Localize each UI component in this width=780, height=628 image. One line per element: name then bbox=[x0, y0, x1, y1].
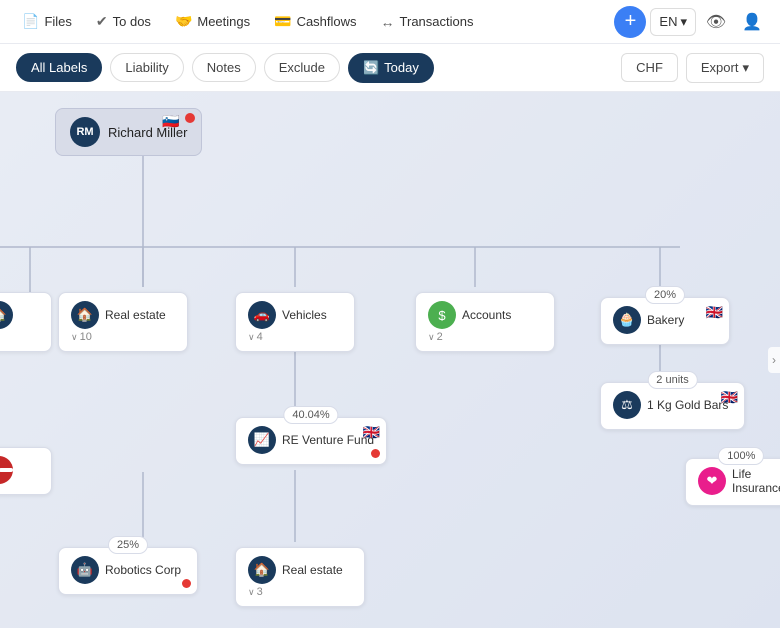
filter-notes[interactable]: Notes bbox=[192, 53, 256, 82]
chevron-down-icon: ▾ bbox=[680, 14, 687, 30]
user-button[interactable]: 👤 bbox=[736, 6, 768, 38]
top-navigation: 📄 Files ✔ To dos 🤝 Meetings 💳 Cashflows … bbox=[0, 0, 780, 44]
nav-meetings[interactable]: 🤝 Meetings bbox=[165, 8, 260, 35]
node-gold-bars[interactable]: 2 units ⚖ 1 Kg Gold Bars 🇬🇧 bbox=[600, 382, 745, 430]
node-count: ∨ 3 bbox=[248, 586, 352, 598]
flag-icon: 🇸🇮 bbox=[162, 113, 179, 130]
scroll-right-hint[interactable]: › bbox=[768, 347, 780, 373]
meetings-icon: 🤝 bbox=[175, 13, 192, 30]
node-title: Robotics Corp bbox=[105, 563, 181, 577]
node-badge: 40.04% bbox=[283, 406, 338, 424]
node-count: ∨ 5 bbox=[0, 331, 39, 343]
root-node[interactable]: RM Richard Miller 🇸🇮 bbox=[55, 108, 202, 156]
node-title: 1 Kg Gold Bars bbox=[647, 398, 728, 412]
eye-button[interactable]: 👁 bbox=[700, 6, 732, 38]
filter-all-labels[interactable]: All Labels bbox=[16, 53, 102, 82]
node-accounts[interactable]: $ Accounts ∨ 2 bbox=[415, 292, 555, 352]
node-icon: ❤ bbox=[698, 467, 726, 495]
refresh-icon: 🔄 bbox=[363, 60, 379, 76]
node-badge: 25% bbox=[108, 536, 148, 554]
node-left-partial2[interactable] bbox=[0, 447, 52, 495]
node-title: Accounts bbox=[462, 308, 511, 322]
node-bakery[interactable]: 20% 🧁 Bakery 🇬🇧 bbox=[600, 297, 730, 345]
node-real-estate-1[interactable]: 🏠 Real estate ∨ 10 bbox=[58, 292, 188, 352]
node-robotics[interactable]: 25% 🤖 Robotics Corp bbox=[58, 547, 198, 595]
filter-liability[interactable]: Liability bbox=[110, 53, 183, 82]
node-icon: 🤖 bbox=[71, 556, 99, 584]
node-vehicles[interactable]: 🚗 Vehicles ∨ 4 bbox=[235, 292, 355, 352]
nav-transactions[interactable]: ↔ Transactions bbox=[371, 9, 484, 35]
node-icon: 📈 bbox=[248, 426, 276, 454]
flag-icon: 🇬🇧 bbox=[363, 424, 380, 441]
node-real-estate-2[interactable]: 🏠 Real estate ∨ 3 bbox=[235, 547, 365, 607]
node-title: Vehicles bbox=[282, 308, 327, 322]
nav-cashflows[interactable]: 💳 Cashflows bbox=[264, 8, 366, 35]
node-icon: ⚖ bbox=[613, 391, 641, 419]
filter-exclude[interactable]: Exclude bbox=[264, 53, 340, 82]
node-life-insurance[interactable]: 100% ❤ Life Insurance bbox=[685, 458, 780, 506]
node-badge: 2 units bbox=[647, 371, 697, 389]
node-count: ∨ 2 bbox=[428, 331, 542, 343]
currency-button[interactable]: CHF bbox=[621, 53, 678, 82]
nav-todos[interactable]: ✔ To dos bbox=[86, 8, 161, 35]
node-re-venture[interactable]: 40.04% 📈 RE Venture Fund 🇬🇧 bbox=[235, 417, 387, 465]
node-icon: 🚗 bbox=[248, 301, 276, 329]
chevron-down-icon: ▾ bbox=[742, 60, 749, 76]
node-title: Bakery bbox=[647, 313, 684, 327]
node-icon: 🏠 bbox=[248, 556, 276, 584]
language-selector[interactable]: EN ▾ bbox=[650, 8, 696, 36]
node-title: Life Insurance bbox=[732, 467, 780, 495]
flag-icon: 🇬🇧 bbox=[706, 304, 723, 321]
flag-icon: 🇬🇧 bbox=[721, 389, 738, 406]
node-icon: 🏠 bbox=[71, 301, 99, 329]
nav-files[interactable]: 📄 Files bbox=[12, 8, 82, 35]
node-title: RE Venture Fund bbox=[282, 433, 374, 447]
export-button[interactable]: Export ▾ bbox=[686, 53, 764, 83]
filter-today[interactable]: 🔄 Today bbox=[348, 53, 434, 83]
node-title: Real estate bbox=[105, 308, 166, 322]
cashflows-icon: 💳 bbox=[274, 13, 291, 30]
filter-bar: All Labels Liability Notes Exclude 🔄 Tod… bbox=[0, 44, 780, 92]
node-left-partial[interactable]: 🏠 ∨ 5 bbox=[0, 292, 52, 352]
node-icon: 🧁 bbox=[613, 306, 641, 334]
node-badge: 100% bbox=[718, 447, 764, 465]
node-icon: 🏠 bbox=[0, 301, 13, 329]
add-button[interactable]: + bbox=[614, 6, 646, 38]
node-count: ∨ 4 bbox=[248, 331, 342, 343]
transactions-icon: ↔ bbox=[381, 14, 395, 30]
avatar: RM bbox=[70, 117, 100, 147]
node-icon bbox=[0, 456, 13, 484]
node-title: Real estate bbox=[282, 563, 343, 577]
files-icon: 📄 bbox=[22, 13, 39, 30]
node-badge: 20% bbox=[645, 286, 685, 304]
todos-icon: ✔ bbox=[96, 13, 108, 30]
node-icon: $ bbox=[428, 301, 456, 329]
canvas-area: RM Richard Miller 🇸🇮 🏠 ∨ 5 🏠 Real estate… bbox=[0, 92, 780, 628]
node-count: ∨ 10 bbox=[71, 331, 175, 343]
